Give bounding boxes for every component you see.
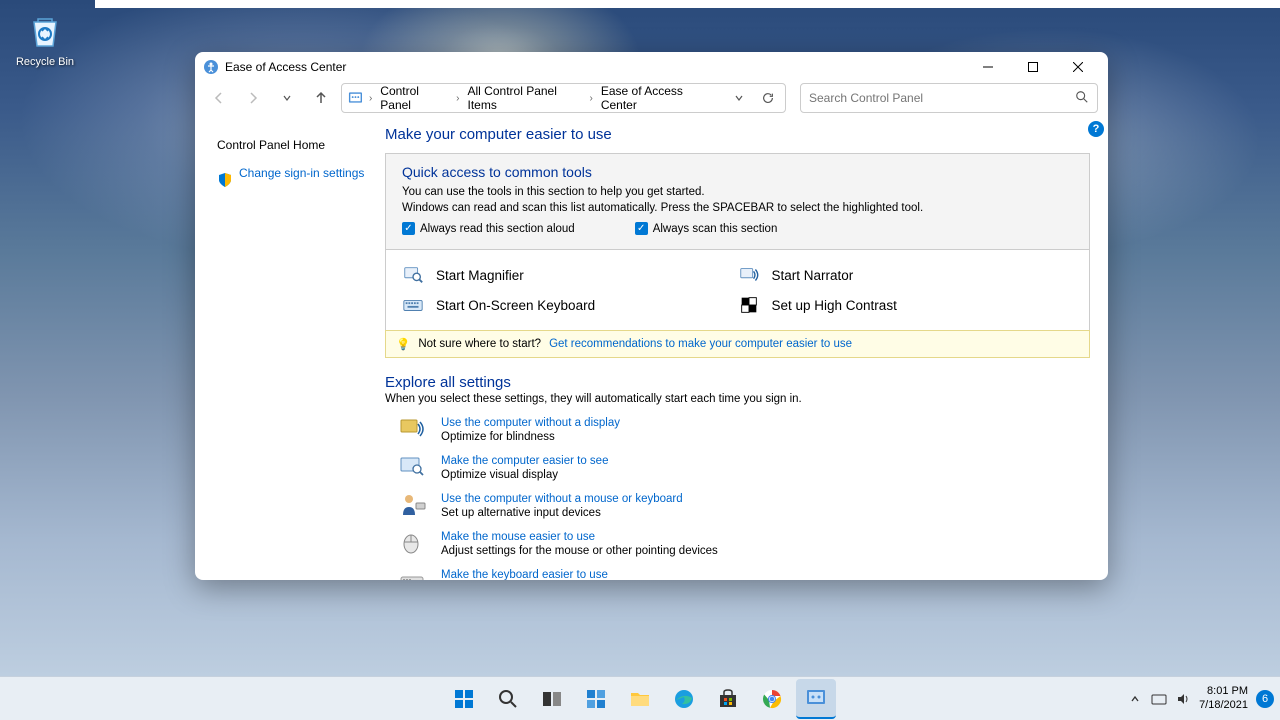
checkbox-checked-icon: ✓ bbox=[402, 222, 415, 235]
always-scan-checkbox[interactable]: ✓Always scan this section bbox=[635, 222, 778, 235]
contrast-icon bbox=[738, 294, 760, 316]
task-view-button[interactable] bbox=[532, 679, 572, 719]
control-panel-icon bbox=[348, 90, 363, 106]
start-osk-link[interactable]: Start On-Screen Keyboard bbox=[402, 294, 738, 316]
explore-subtext: When you select these settings, they wil… bbox=[385, 393, 1090, 405]
nav-toolbar: › Control Panel › All Control Panel Item… bbox=[195, 82, 1108, 118]
widgets-button[interactable] bbox=[576, 679, 616, 719]
link-easier-to-see[interactable]: Make the computer easier to see bbox=[441, 455, 608, 467]
link-without-display[interactable]: Use the computer without a display bbox=[441, 417, 620, 429]
desc-without-mouse: Set up alternative input devices bbox=[441, 507, 683, 519]
setting-mouse-easier: Make the mouse easier to use Adjust setti… bbox=[385, 531, 1090, 557]
tip-bar: 💡 Not sure where to start? Get recommend… bbox=[385, 330, 1090, 358]
recycle-bin-desktop-icon[interactable]: Recycle Bin bbox=[15, 10, 75, 68]
setting-easier-to-see: Make the computer easier to see Optimize … bbox=[385, 455, 1090, 481]
notification-badge[interactable]: 6 bbox=[1256, 690, 1274, 708]
checkbox-checked-icon: ✓ bbox=[635, 222, 648, 235]
sidebar: Control Panel Home Change sign-in settin… bbox=[195, 118, 385, 580]
narrator-icon bbox=[738, 264, 760, 286]
control-panel-window: Ease of Access Center › Control Panel › … bbox=[195, 52, 1108, 580]
change-signin-link[interactable]: Change sign-in settings bbox=[239, 166, 364, 180]
quick-text-2: Windows can read and scan this list auto… bbox=[402, 202, 1073, 214]
up-button[interactable] bbox=[307, 84, 335, 112]
setting-without-mouse: Use the computer without a mouse or keyb… bbox=[385, 493, 1090, 519]
link-mouse-easier[interactable]: Make the mouse easier to use bbox=[441, 531, 718, 543]
control-panel-home-link[interactable]: Control Panel Home bbox=[217, 138, 373, 152]
chevron-right-icon: › bbox=[589, 93, 592, 104]
recommendations-link[interactable]: Get recommendations to make your compute… bbox=[549, 338, 852, 350]
address-bar[interactable]: › Control Panel › All Control Panel Item… bbox=[341, 83, 786, 113]
search-box[interactable] bbox=[800, 83, 1098, 113]
explore-section: Explore all settings When you select the… bbox=[385, 374, 1090, 580]
taskbar[interactable]: 8:01 PM 7/18/2021 6 bbox=[0, 676, 1280, 720]
forward-button[interactable] bbox=[239, 84, 267, 112]
magnifier-icon bbox=[402, 264, 424, 286]
breadcrumb-all-items[interactable]: All Control Panel Items bbox=[466, 84, 584, 112]
search-taskbar-button[interactable] bbox=[488, 679, 528, 719]
shield-icon bbox=[217, 172, 233, 188]
close-button[interactable] bbox=[1055, 52, 1100, 82]
recent-dropdown[interactable] bbox=[273, 84, 301, 112]
keyboard-icon bbox=[402, 294, 424, 316]
explore-heading: Explore all settings bbox=[385, 374, 1090, 391]
search-input[interactable] bbox=[809, 91, 1075, 105]
input-indicator-icon[interactable] bbox=[1151, 691, 1167, 707]
titlebar[interactable]: Ease of Access Center bbox=[195, 52, 1108, 82]
desc-without-display: Optimize for blindness bbox=[441, 431, 620, 443]
lightbulb-icon: 💡 bbox=[396, 337, 410, 351]
top-edge bbox=[95, 0, 1280, 8]
file-explorer-button[interactable] bbox=[620, 679, 660, 719]
taskbar-center bbox=[444, 679, 836, 719]
desc-easier-to-see: Optimize visual display bbox=[441, 469, 608, 481]
quick-access-box: Quick access to common tools You can use… bbox=[385, 153, 1090, 250]
desc-mouse-easier: Adjust settings for the mouse or other p… bbox=[441, 545, 718, 557]
breadcrumb-ease-of-access[interactable]: Ease of Access Center bbox=[599, 84, 716, 112]
chrome-button[interactable] bbox=[752, 679, 792, 719]
start-narrator-link[interactable]: Start Narrator bbox=[738, 264, 1074, 286]
content-panel: ? Make your computer easier to use Quick… bbox=[385, 118, 1108, 580]
clock[interactable]: 8:01 PM 7/18/2021 bbox=[1199, 685, 1248, 711]
store-button[interactable] bbox=[708, 679, 748, 719]
volume-icon[interactable] bbox=[1175, 691, 1191, 707]
high-contrast-link[interactable]: Set up High Contrast bbox=[738, 294, 1074, 316]
recycle-bin-icon bbox=[24, 10, 66, 52]
setting-keyboard-easier: Make the keyboard easier to useAdjust se… bbox=[385, 569, 1090, 580]
address-dropdown[interactable] bbox=[728, 86, 750, 110]
start-magnifier-link[interactable]: Start Magnifier bbox=[402, 264, 738, 286]
page-heading: Make your computer easier to use bbox=[385, 126, 1090, 143]
chevron-right-icon: › bbox=[456, 93, 459, 104]
quick-access-title: Quick access to common tools bbox=[402, 164, 1073, 180]
minimize-button[interactable] bbox=[965, 52, 1010, 82]
monitor-speaker-icon bbox=[399, 417, 427, 441]
link-keyboard-easier[interactable]: Make the keyboard easier to use bbox=[441, 569, 608, 580]
quick-text-1: You can use the tools in this section to… bbox=[402, 186, 1073, 198]
tray-overflow-icon[interactable] bbox=[1127, 691, 1143, 707]
maximize-button[interactable] bbox=[1010, 52, 1055, 82]
breadcrumb-control-panel[interactable]: Control Panel bbox=[378, 84, 450, 112]
start-button[interactable] bbox=[444, 679, 484, 719]
always-read-checkbox[interactable]: ✓Always read this section aloud bbox=[402, 222, 575, 235]
chevron-right-icon: › bbox=[369, 93, 372, 104]
back-button[interactable] bbox=[205, 84, 233, 112]
keyboard-small-icon bbox=[399, 569, 427, 580]
recycle-bin-label: Recycle Bin bbox=[15, 56, 75, 68]
control-panel-taskbar-button[interactable] bbox=[796, 679, 836, 719]
mouse-icon bbox=[399, 531, 427, 555]
window-title: Ease of Access Center bbox=[225, 60, 346, 74]
monitor-magnify-icon bbox=[399, 455, 427, 479]
system-tray: 8:01 PM 7/18/2021 6 bbox=[1127, 685, 1274, 711]
tools-grid: Start Magnifier Start Narrator Start On-… bbox=[385, 250, 1090, 331]
person-icon bbox=[399, 493, 427, 517]
help-icon[interactable]: ? bbox=[1088, 121, 1104, 137]
ease-of-access-icon bbox=[203, 59, 219, 75]
tip-text: Not sure where to start? bbox=[418, 338, 541, 350]
refresh-button[interactable] bbox=[757, 86, 779, 110]
search-icon[interactable] bbox=[1075, 90, 1089, 107]
link-without-mouse[interactable]: Use the computer without a mouse or keyb… bbox=[441, 493, 683, 505]
edge-button[interactable] bbox=[664, 679, 704, 719]
setting-without-display: Use the computer without a display Optimi… bbox=[385, 417, 1090, 443]
